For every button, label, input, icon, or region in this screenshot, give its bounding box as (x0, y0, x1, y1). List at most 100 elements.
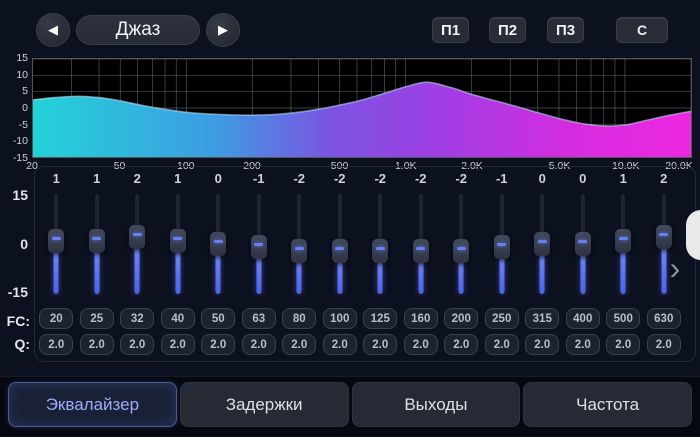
band-fc-button[interactable]: 200 (444, 308, 478, 329)
band-gain-value: -2 (293, 170, 305, 188)
band-q-button[interactable]: 2.0 (120, 334, 154, 355)
band-slider[interactable] (603, 190, 644, 298)
prev-preset-button[interactable]: ◀ (36, 13, 70, 47)
preset-memory-3-button[interactable]: П3 (547, 17, 584, 43)
band-fc-button[interactable]: 50 (201, 308, 235, 329)
band-q-button[interactable]: 2.0 (39, 334, 73, 355)
slider-thumb[interactable] (129, 225, 145, 249)
preset-name[interactable]: Джаз (76, 15, 200, 45)
band-fc-button[interactable]: 80 (282, 308, 316, 329)
band-fc-button[interactable]: 630 (647, 308, 681, 329)
band-fc-button[interactable]: 32 (120, 308, 154, 329)
band-gain-value: -1 (253, 170, 265, 188)
slider-thumb[interactable] (170, 229, 186, 253)
band-q-button[interactable]: 2.0 (323, 334, 357, 355)
band-fc-button[interactable]: 40 (161, 308, 195, 329)
slider-thumb[interactable] (534, 232, 550, 256)
band-slider[interactable] (158, 190, 199, 298)
band-q-button[interactable]: 2.0 (80, 334, 114, 355)
band-slider[interactable] (279, 190, 320, 298)
thumb-grip-icon (578, 240, 587, 243)
tab-2[interactable]: Задержки (180, 382, 349, 427)
slider-fill (256, 254, 261, 294)
band-fc-button[interactable]: 63 (242, 308, 276, 329)
band-slider[interactable] (360, 190, 401, 298)
band-q-button[interactable]: 2.0 (201, 334, 235, 355)
slider-thumb[interactable] (413, 239, 429, 263)
band-gain-value: -2 (374, 170, 386, 188)
band-fc-button[interactable]: 400 (566, 308, 600, 329)
band-fc-button[interactable]: 160 (404, 308, 438, 329)
band-slider[interactable] (320, 190, 361, 298)
thumb-grip-icon (376, 247, 385, 250)
tab-1[interactable]: Эквалайзер (8, 382, 177, 427)
slider-thumb[interactable] (615, 229, 631, 253)
band-slider[interactable] (117, 190, 158, 298)
eq-band: 0 400 2.0 (563, 170, 604, 360)
edge-handle[interactable] (686, 210, 700, 260)
tab-4[interactable]: Частота (523, 382, 692, 427)
band-q-button[interactable]: 2.0 (242, 334, 276, 355)
next-preset-button[interactable]: ▶ (206, 13, 240, 47)
band-q-button[interactable]: 2.0 (363, 334, 397, 355)
slider-thumb[interactable] (453, 239, 469, 263)
band-fc-button[interactable]: 20 (39, 308, 73, 329)
band-q-button[interactable]: 2.0 (606, 334, 640, 355)
band-slider[interactable] (482, 190, 523, 298)
q-row-label: Q: (0, 336, 30, 352)
slider-thumb[interactable] (210, 232, 226, 256)
band-slider[interactable] (198, 190, 239, 298)
slider-thumb[interactable] (251, 235, 267, 259)
next-bands-button[interactable]: › (662, 248, 688, 288)
preset-memory-1-button[interactable]: П1 (432, 17, 469, 43)
band-q-button[interactable]: 2.0 (647, 334, 681, 355)
slider-thumb[interactable] (575, 232, 591, 256)
eq-band: -1 250 2.0 (482, 170, 523, 360)
band-slider[interactable] (522, 190, 563, 298)
slider-thumb[interactable] (89, 229, 105, 253)
band-fc-button[interactable]: 125 (363, 308, 397, 329)
band-slider[interactable] (401, 190, 442, 298)
band-slider[interactable] (77, 190, 118, 298)
band-slider[interactable] (36, 190, 77, 298)
band-fc-button[interactable]: 500 (606, 308, 640, 329)
eq-band: -2 100 2.0 (320, 170, 361, 360)
band-fc-button[interactable]: 315 (525, 308, 559, 329)
slider-fill (337, 258, 342, 294)
preset-memory-2-button[interactable]: П2 (489, 17, 526, 43)
slider-fill (216, 251, 221, 294)
band-fc-button[interactable]: 250 (485, 308, 519, 329)
band-slider[interactable] (239, 190, 280, 298)
thumb-grip-icon (497, 243, 506, 246)
band-slider[interactable] (441, 190, 482, 298)
reset-button[interactable]: C (616, 17, 668, 43)
gain-scale-zero-label: 0 (0, 236, 28, 252)
slider-thumb[interactable] (494, 235, 510, 259)
thumb-grip-icon (173, 237, 182, 240)
tab-3[interactable]: Выходы (352, 382, 521, 427)
slider-thumb[interactable] (48, 229, 64, 253)
band-q-button[interactable]: 2.0 (444, 334, 478, 355)
thumb-grip-icon (133, 233, 142, 236)
eq-band: -2 125 2.0 (360, 170, 401, 360)
band-fc-button[interactable]: 100 (323, 308, 357, 329)
band-q-button[interactable]: 2.0 (566, 334, 600, 355)
thumb-grip-icon (619, 237, 628, 240)
band-q-button[interactable]: 2.0 (404, 334, 438, 355)
band-q-button[interactable]: 2.0 (282, 334, 316, 355)
band-gain-value: -2 (415, 170, 427, 188)
slider-thumb[interactable] (332, 239, 348, 263)
band-slider[interactable] (563, 190, 604, 298)
band-q-button[interactable]: 2.0 (161, 334, 195, 355)
band-fc-button[interactable]: 25 (80, 308, 114, 329)
slider-fill (135, 244, 140, 294)
thumb-grip-icon (335, 247, 344, 250)
band-gain-value: -2 (334, 170, 346, 188)
slider-thumb[interactable] (291, 239, 307, 263)
thumb-grip-icon (538, 240, 547, 243)
band-gain-value: 1 (93, 170, 100, 188)
slider-thumb[interactable] (372, 239, 388, 263)
band-q-button[interactable]: 2.0 (485, 334, 519, 355)
band-q-button[interactable]: 2.0 (525, 334, 559, 355)
slider-thumb[interactable] (656, 225, 672, 249)
